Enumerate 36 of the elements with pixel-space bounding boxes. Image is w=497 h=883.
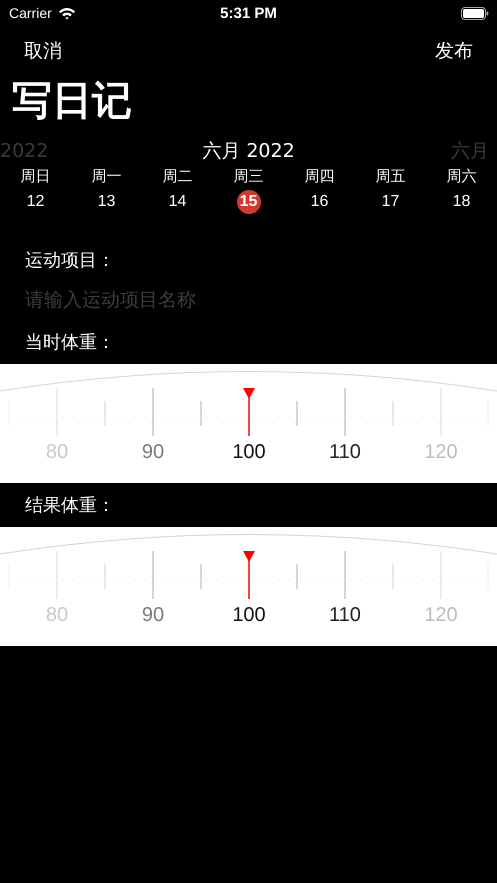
publish-button[interactable]: 发布 bbox=[435, 36, 473, 66]
section-label: 当时体重： bbox=[24, 331, 116, 355]
weekday-label: 周三 bbox=[234, 166, 264, 186]
scale-label: 120 bbox=[423, 603, 459, 627]
date-item[interactable]: 17 bbox=[378, 190, 402, 214]
scale-label: 90 bbox=[140, 603, 166, 627]
weekday-label: 周五 bbox=[376, 166, 406, 186]
battery-icon bbox=[461, 6, 489, 20]
weekday-label: 周四 bbox=[304, 166, 334, 186]
date-item[interactable]: 13 bbox=[94, 190, 118, 214]
date-item[interactable]: 12 bbox=[24, 190, 48, 214]
selected-date[interactable]: 15 bbox=[236, 190, 260, 214]
carrier-name: Carrier bbox=[9, 5, 52, 21]
date-item[interactable]: 14 bbox=[166, 190, 190, 214]
weekday-label: 周二 bbox=[162, 166, 192, 186]
pointer-icon bbox=[243, 551, 255, 599]
wifi-icon bbox=[58, 6, 76, 20]
weekday-label: 周一 bbox=[92, 166, 122, 186]
scale-label: 90 bbox=[140, 440, 166, 464]
scale-label: 100 bbox=[231, 440, 267, 464]
date-item[interactable]: 16 bbox=[308, 190, 332, 214]
scale-label: 120 bbox=[423, 440, 459, 464]
date-item[interactable]: 18 bbox=[450, 190, 474, 214]
scale-label: 100 bbox=[231, 603, 267, 627]
section-label: 运动项目： bbox=[24, 249, 116, 273]
scale-label: 110 bbox=[328, 603, 362, 627]
month-title: 六月 2022 bbox=[202, 139, 295, 164]
page-title: 写日记 bbox=[12, 77, 133, 126]
weekday-label: 周六 bbox=[446, 166, 476, 186]
cancel-button[interactable]: 取消 bbox=[24, 36, 62, 66]
scale-label: 110 bbox=[328, 440, 362, 464]
weekday-label: 周日 bbox=[20, 166, 50, 186]
section-label: 结果体重： bbox=[24, 494, 116, 518]
input-field[interactable]: 请输入运动项目名称 bbox=[25, 282, 465, 318]
pointer-icon bbox=[243, 388, 255, 436]
status-time: 5:31 PM bbox=[220, 4, 277, 22]
